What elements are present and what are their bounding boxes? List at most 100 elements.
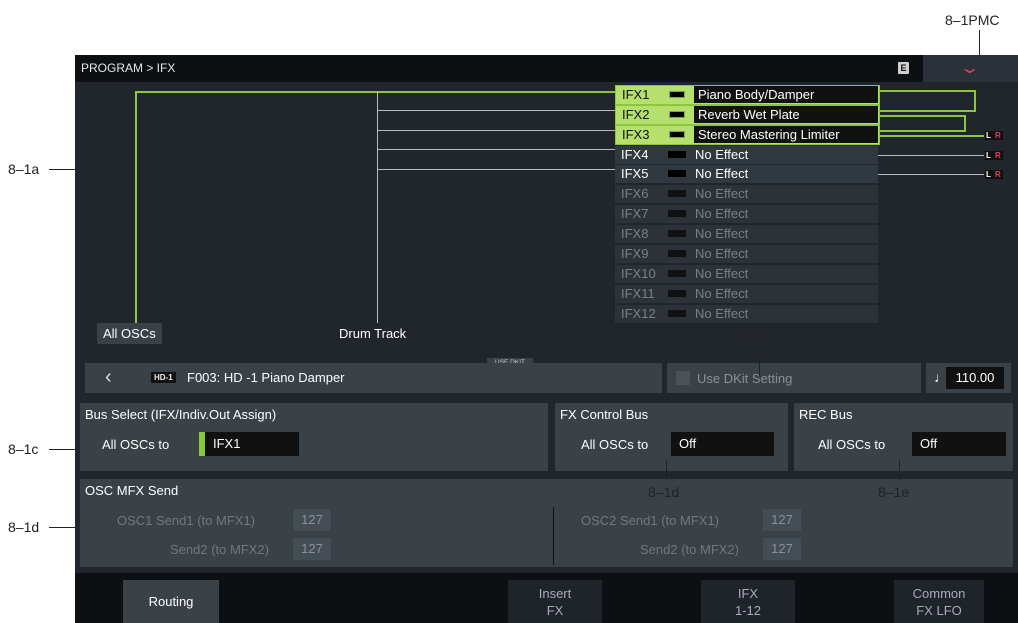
chain-line-3 [878, 110, 976, 112]
bus-select-panel: Bus Select (IFX/Indiv.Out Assign) All OS… [80, 403, 548, 471]
ifx-slot-5[interactable]: IFX5 No Effect [615, 165, 878, 183]
ifx-onoff-indicator[interactable] [668, 170, 686, 177]
tab-label-line1: Insert [538, 586, 572, 601]
osc2-send2-label: Send2 (to MFX2) [640, 542, 739, 557]
osc2-send1-field[interactable]: 127 [763, 509, 801, 531]
field-label: All OSCs to [102, 437, 170, 452]
ifx-onoff-indicator[interactable] [668, 290, 686, 297]
ifx5-output-line [878, 174, 984, 175]
ifx3-output-line [878, 135, 984, 137]
ifx-effect-name[interactable]: No Effect [695, 166, 748, 181]
ifx-slot-7[interactable]: IFX7 No Effect [615, 205, 878, 223]
ifx-slot-label: IFX9 [621, 246, 649, 261]
ifx-slot-8[interactable]: IFX8 No Effect [615, 225, 878, 243]
drum-bus-line [377, 91, 378, 323]
ifx-slot-12[interactable]: IFX12 No Effect [615, 305, 878, 323]
osc2-send2-field[interactable]: 127 [763, 538, 801, 560]
ifx-onoff-indicator[interactable] [668, 250, 686, 257]
ifx-effect-name[interactable]: Reverb Wet Plate [694, 106, 878, 123]
e-badge: E [898, 62, 909, 74]
ifx-onoff-indicator[interactable] [669, 111, 685, 118]
ifx-effect-name[interactable]: No Effect [695, 286, 748, 301]
field-label: All OSCs to [581, 437, 649, 452]
osc1-send2-field[interactable]: 127 [293, 538, 331, 560]
ifx-slot-label: IFX5 [621, 166, 649, 181]
osc1-send1-field[interactable]: 127 [293, 509, 331, 531]
ifx-onoff-indicator[interactable] [668, 210, 686, 217]
ifx-effect-name[interactable]: Piano Body/Damper [694, 86, 878, 103]
bus-select-field[interactable]: IFX1 [199, 432, 299, 456]
osc1-send1-label: OSC1 Send1 (to MFX1) [117, 513, 255, 528]
callout-b-line [759, 346, 760, 376]
routing-diagram: IFX1 Piano Body/Damper IFX2 Reverb Wet P… [75, 82, 1018, 375]
callout-b: 8–1b [740, 328, 772, 344]
checkbox-box[interactable] [676, 371, 690, 385]
chain-line-1 [878, 90, 976, 92]
all-oscs-source[interactable]: All OSCs [97, 323, 162, 344]
page-title: PROGRAM > IFX [81, 61, 176, 75]
ifx-slot-label: IFX6 [621, 186, 649, 201]
tab-label-line1: Common [912, 586, 966, 601]
chevron-down-icon: ⌄ [958, 60, 981, 77]
all-oscs-to-ifx1-line [135, 91, 615, 93]
ifx-slot-label: IFX8 [621, 226, 649, 241]
ifx-slot-10[interactable]: IFX10 No Effect [615, 265, 878, 283]
program-select-bar[interactable]: ‹ HD-1 F003: HD -1 Piano Damper [85, 363, 662, 393]
panel-header: FX Control Bus [560, 407, 649, 422]
panel-header: REC Bus [799, 407, 853, 422]
tab-routing[interactable]: Routing [123, 580, 219, 623]
ifx-onoff-indicator[interactable] [669, 91, 685, 98]
tempo-value[interactable]: 110.00 [946, 367, 1004, 389]
ifx-slot-label: IFX4 [621, 147, 649, 162]
drum-to-ifx2-line [377, 110, 615, 111]
fx-control-bus-field[interactable]: Off [671, 432, 774, 456]
ifx-effect-name[interactable]: No Effect [695, 266, 748, 281]
program-name[interactable]: F003: HD -1 Piano Damper [187, 370, 345, 385]
tab-label-line2: FX LFO [916, 603, 962, 618]
tab-insert-fx[interactable]: Insert FX [508, 580, 602, 623]
ifx-onoff-indicator[interactable] [669, 131, 685, 138]
ifx-onoff-indicator[interactable] [668, 270, 686, 277]
ifx-onoff-indicator[interactable] [668, 310, 686, 317]
chain-line-4 [878, 115, 966, 117]
ifx4-output-line [878, 155, 984, 156]
ifx-effect-name[interactable]: No Effect [695, 186, 748, 201]
callout-d-left: 8–1d [8, 519, 40, 535]
ifx-effect-name[interactable]: No Effect [695, 246, 748, 261]
tempo-control[interactable]: ♩ 110.00 [926, 363, 1011, 393]
ifx-slot-3[interactable]: IFX3 Stereo Mastering Limiter [615, 125, 880, 145]
tab-ifx-1-12[interactable]: IFX 1-12 [701, 580, 795, 623]
ifx-onoff-indicator[interactable] [668, 190, 686, 197]
output-lr-2: L R [985, 151, 1003, 160]
ifx-slot-6[interactable]: IFX6 No Effect [615, 185, 878, 203]
panel-header: Bus Select (IFX/Indiv.Out Assign) [85, 407, 277, 422]
ifx-effect-name[interactable]: No Effect [695, 147, 748, 162]
ifx-effect-name[interactable]: Stereo Mastering Limiter [694, 126, 878, 143]
ifx-slot-2[interactable]: IFX2 Reverb Wet Plate [615, 105, 880, 125]
rec-bus-field[interactable]: Off [912, 432, 1006, 456]
ifx-slot-9[interactable]: IFX9 No Effect [615, 245, 878, 263]
page-menu-button[interactable]: ⌄ [923, 55, 1018, 82]
ifx-effect-name[interactable]: No Effect [695, 206, 748, 221]
ifx-slot-label: IFX10 [621, 266, 656, 281]
ifx-slot-1[interactable]: IFX1 Piano Body/Damper [615, 85, 880, 105]
title-bar: PROGRAM > IFX E ⌄ [75, 55, 1018, 82]
callout-c: 8–1c [8, 441, 39, 457]
ifx-onoff-indicator[interactable] [668, 151, 686, 158]
output-lr-1: L R [985, 131, 1003, 140]
ifx-slot-11[interactable]: IFX11 No Effect [615, 285, 878, 303]
chevron-left-icon[interactable]: ‹ [105, 366, 112, 389]
ifx-effect-name[interactable]: No Effect [695, 226, 748, 241]
program-ifx-screen: PROGRAM > IFX E ⌄ IFX1 Piano Body/Damper [75, 55, 1018, 623]
callout-pmc: 8–1PMC [945, 12, 1000, 28]
tab-label-line2: FX [546, 603, 564, 618]
drum-track-source[interactable]: Drum Track [333, 323, 412, 344]
chain-line-6 [878, 130, 966, 132]
tab-common-fx-lfo[interactable]: Common FX LFO [894, 580, 984, 623]
ifx-slot-4[interactable]: IFX4 No Effect [615, 146, 878, 164]
drum-to-ifx5-line [377, 169, 615, 170]
ifx-onoff-indicator[interactable] [668, 230, 686, 237]
use-dkit-setting-checkbox[interactable]: Use DKit Setting [667, 363, 921, 393]
tab-label: Routing [148, 594, 194, 609]
ifx-effect-name[interactable]: No Effect [695, 306, 748, 321]
